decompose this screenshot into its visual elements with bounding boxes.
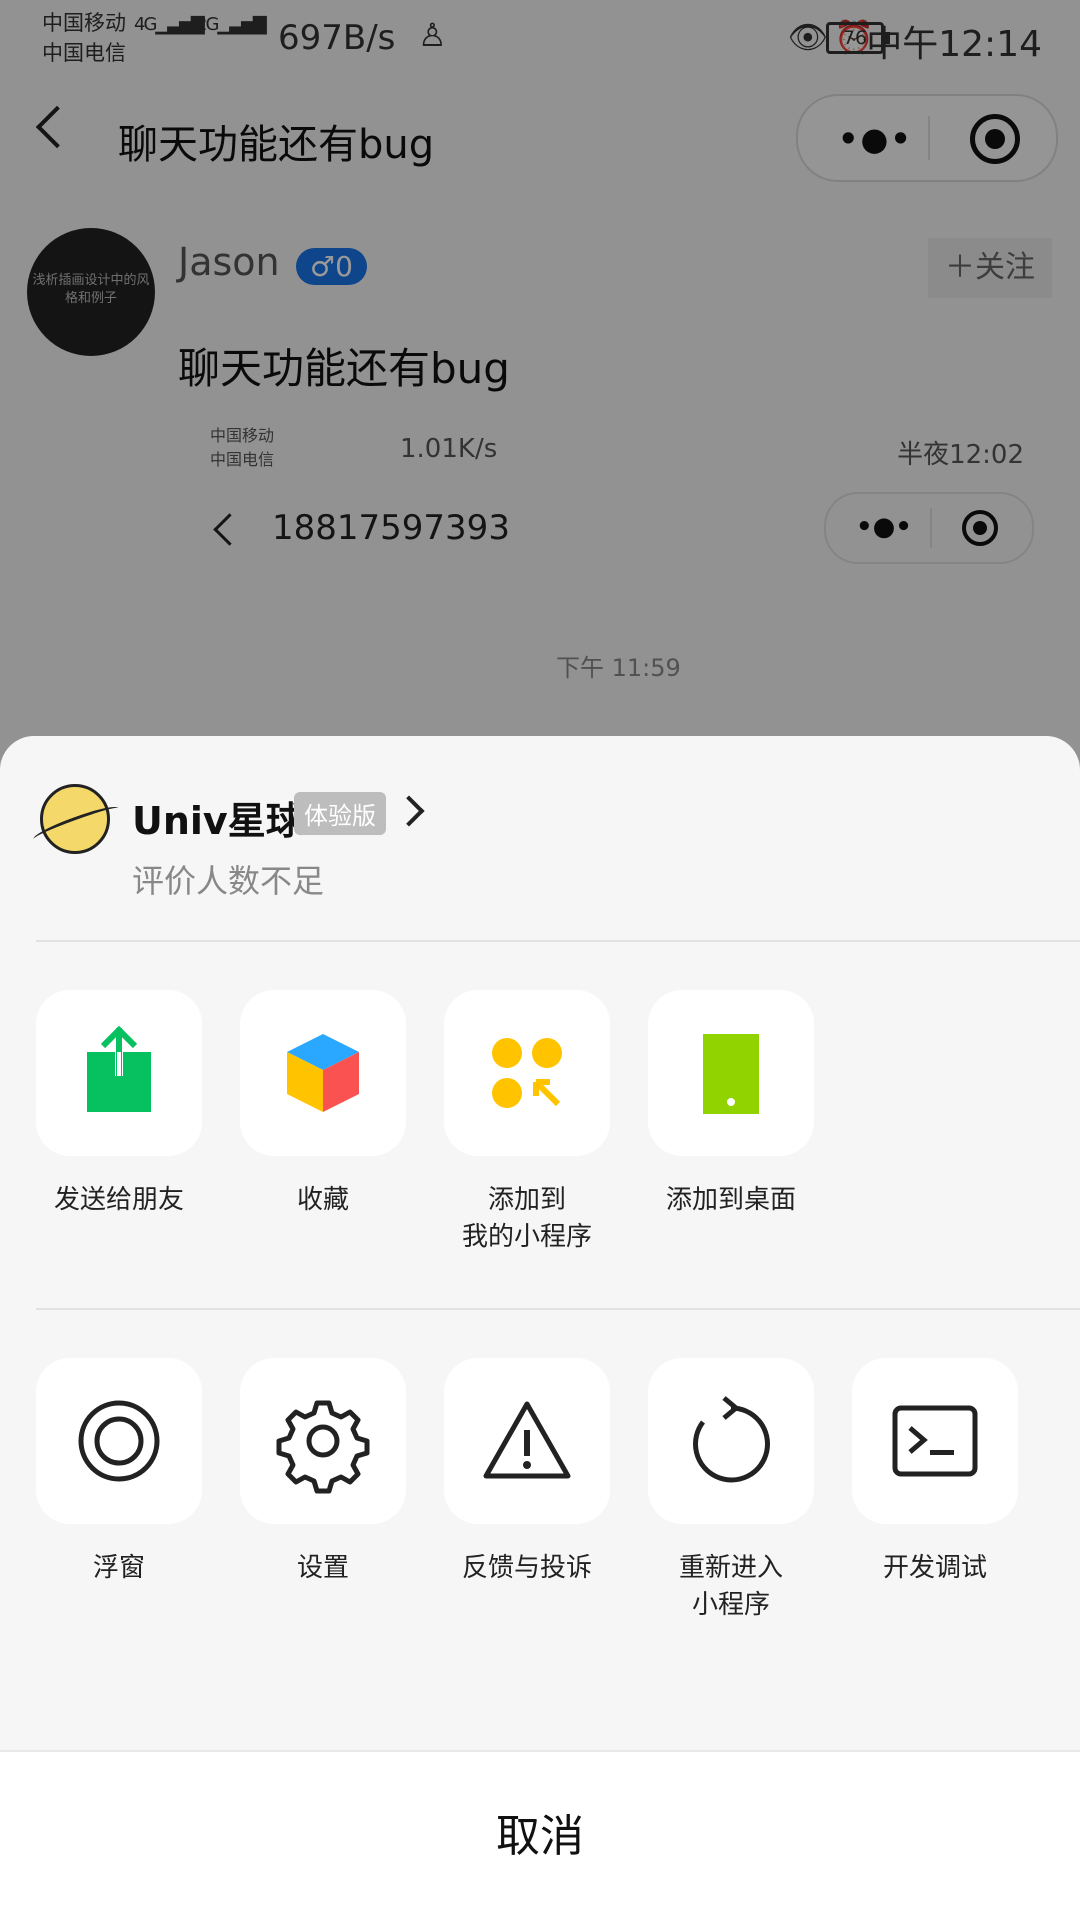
chevron-right-icon (393, 795, 425, 827)
tools-row: 浮窗 设置 反馈与投诉 重新进入 小程序 开发调试 (36, 1358, 1080, 1658)
reenter-button[interactable]: 重新进入 小程序 (648, 1358, 814, 1624)
trial-badge: 体验版 (294, 792, 386, 835)
reenter-label: 重新进入 小程序 (678, 1553, 783, 1620)
add-to-desktop-icon (703, 1034, 759, 1114)
app-rating: 评价人数不足 (132, 862, 325, 900)
share-tile[interactable] (36, 990, 202, 1156)
favorite-label: 收藏 (296, 1185, 349, 1215)
add-to-my-miniprogram-button[interactable]: 添加到 我的小程序 (444, 990, 610, 1256)
add-to-miniprogram-icon (492, 1038, 562, 1108)
favorite-button[interactable]: 收藏 (240, 990, 406, 1219)
float-window-button[interactable]: 浮窗 (36, 1358, 202, 1587)
float-window-tile[interactable] (36, 1358, 202, 1524)
share-row: 发送给朋友 收藏 添加到 我的小程序 添加到桌面 (36, 990, 1080, 1290)
settings-button[interactable]: 设置 (240, 1358, 406, 1587)
settings-tile[interactable] (240, 1358, 406, 1524)
divider (36, 1308, 1080, 1310)
favorite-cube-icon (287, 1034, 359, 1112)
app-header[interactable]: Univ星球 体验版 评价人数不足 (0, 736, 1080, 936)
feedback-label: 反馈与投诉 (461, 1553, 592, 1583)
float-window-label: 浮窗 (92, 1553, 145, 1583)
share-icon (87, 1025, 151, 1112)
terminal-icon (892, 1405, 978, 1477)
add-to-desktop-label: 添加到桌面 (665, 1185, 796, 1215)
share-to-friend-button[interactable]: 发送给朋友 (36, 990, 202, 1219)
reenter-tile[interactable] (648, 1358, 814, 1524)
divider (36, 940, 1080, 942)
debug-label: 开发调试 (882, 1553, 987, 1583)
warning-icon (483, 1401, 571, 1479)
action-sheet: Univ星球 体验版 评价人数不足 发送给朋友 收藏 添加到 我的小程序 添加到… (0, 736, 1080, 1920)
float-window-icon (78, 1400, 160, 1482)
add-to-desktop-tile[interactable] (648, 990, 814, 1156)
gear-icon (276, 1400, 370, 1494)
app-logo (40, 784, 110, 854)
share-label: 发送给朋友 (53, 1185, 184, 1215)
feedback-tile[interactable] (444, 1358, 610, 1524)
app-name: Univ星球 (132, 799, 304, 843)
add-to-my-miniprogram-tile[interactable] (444, 990, 610, 1156)
favorite-tile[interactable] (240, 990, 406, 1156)
debug-button[interactable]: 开发调试 (852, 1358, 1018, 1587)
debug-tile[interactable] (852, 1358, 1018, 1524)
add-to-my-miniprogram-label: 添加到 我的小程序 (461, 1185, 592, 1252)
settings-label: 设置 (296, 1553, 349, 1583)
feedback-button[interactable]: 反馈与投诉 (444, 1358, 610, 1587)
refresh-icon (693, 1396, 770, 1483)
add-to-desktop-button[interactable]: 添加到桌面 (648, 990, 814, 1219)
cancel-button[interactable]: 取消 (0, 1750, 1080, 1922)
